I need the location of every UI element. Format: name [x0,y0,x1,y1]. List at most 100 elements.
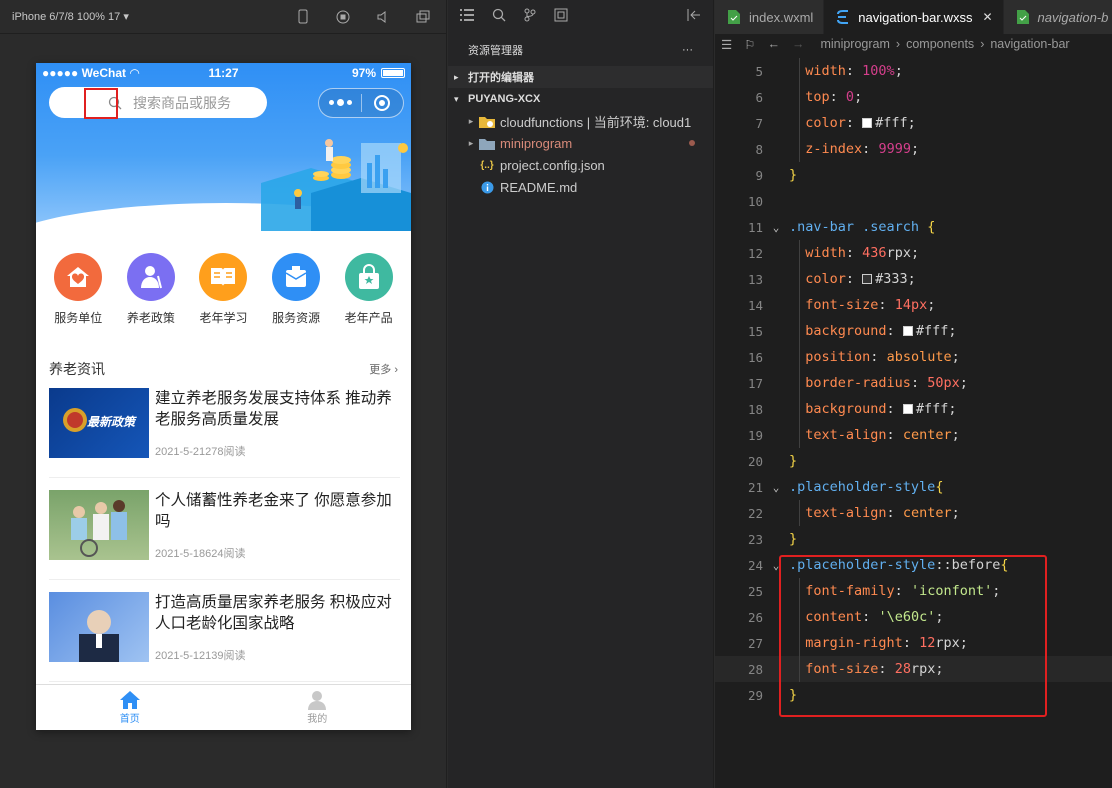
editor-panel: index.wxml navigation-bar.wxss ✕ navigat… [715,0,1112,788]
thumb-caption: 最新政策 [87,415,136,429]
code-line[interactable]: 14 font-size: 14px; [715,292,1112,318]
code-line[interactable]: 18 background: #fff; [715,396,1112,422]
window-icon[interactable] [414,8,432,26]
grid-item-policy[interactable]: 养老政策 [115,253,187,326]
news-title: 打造高质量居家养老服务 积极应对人口老龄化国家战略 [155,594,392,632]
grid-item-products[interactable]: 老年产品 [333,253,405,326]
news-title: 个人储蓄性养老金来了 你愿意参加吗 [155,492,392,530]
code-line[interactable]: 6 top: 0; [715,84,1112,110]
close-miniprogram-icon[interactable] [362,95,403,111]
code-line[interactable]: 10 [715,188,1112,214]
service-grid: 服务单位 养老政策 老年学习 服务资源 老年产品 [36,253,411,326]
book-icon [199,253,248,301]
tab-label: navigation-b [1037,9,1109,25]
code-text: width: 436rpx; [805,245,920,261]
code-line[interactable]: 8 z-index: 9999; [715,136,1112,162]
tree-item-project-config[interactable]: {..} project.config.json [448,154,713,176]
breadcrumb: ☰ ⚐ ← → miniprogram › components › navig… [715,34,1112,54]
breadcrumb-item[interactable]: miniprogram [820,37,889,51]
tab-index-wxml[interactable]: index.wxml [715,0,825,34]
news-item[interactable]: 个人储蓄性养老金来了 你愿意参加吗 2021-5-18624阅读 [49,490,400,580]
news-title: 建立养老服务发展支持体系 推动养老服务高质量发展 [155,390,392,428]
grid-item-learning[interactable]: 老年学习 [187,253,259,326]
code-text: .placeholder-style{ [789,479,944,495]
code-text: z-index: 9999; [805,141,920,157]
code-line[interactable]: 15 background: #fff; [715,318,1112,344]
news-meta: 2021-5-18624阅读 [155,548,246,560]
source-control-icon[interactable] [524,8,536,27]
editor-tabs: index.wxml navigation-bar.wxss ✕ navigat… [715,0,1112,34]
code-line[interactable]: 5 width: 100%; [715,58,1112,84]
line-number: 13 [747,271,763,287]
line-number: 12 [747,245,763,261]
phone-icon[interactable] [294,8,312,26]
tree-item-readme[interactable]: README.md [448,176,713,198]
grid-label: 老年学习 [199,311,248,325]
volume-icon[interactable] [374,8,392,26]
line-number: 14 [747,297,763,313]
line-number: 10 [747,193,763,209]
tab-bar: 首页 我的 [36,684,411,730]
code-text: font-size: 14px; [805,297,936,313]
extensions-icon[interactable] [554,8,568,27]
code-line[interactable]: 17 border-radius: 50px; [715,370,1112,396]
device-select[interactable]: iPhone 6/7/8 100% 17 ▾ [12,10,294,23]
code-line[interactable]: 19 text-align: center; [715,422,1112,448]
tab-mine[interactable]: 我的 [224,685,412,730]
bookmark-icon[interactable]: ⚐ [744,37,755,52]
code-line[interactable]: 9} [715,162,1112,188]
outline-icon[interactable]: ☰ [721,37,732,52]
tab-home[interactable]: 首页 [36,685,224,730]
news-more-link[interactable]: 更多 › [369,361,398,377]
back-arrow-icon[interactable]: ← [767,37,780,52]
breadcrumb-item[interactable]: navigation-bar [990,37,1069,51]
code-line[interactable]: 13 color: #333; [715,266,1112,292]
tab-navigation-bar-wxss[interactable]: navigation-bar.wxss ✕ [824,0,1004,34]
news-item[interactable]: 最新政策 建立养老服务发展支持体系 推动养老服务高质量发展 2021-5-212… [49,388,400,478]
tab-label: 我的 [307,714,328,725]
code-line[interactable]: 7 color: #fff; [715,110,1112,136]
tree-item-miniprogram[interactable]: ▸ miniprogram [448,132,713,154]
tree-item-cloudfunctions[interactable]: ▸ cloudfunctions | 当前环境: cloud1 [448,110,713,132]
code-text: color: #333; [805,271,916,287]
close-icon[interactable]: ✕ [982,10,992,24]
code-line[interactable]: 22 text-align: center; [715,500,1112,526]
search-input[interactable]: 搜索商品或服务 [49,87,267,118]
code-text: } [789,531,798,547]
forward-arrow-icon[interactable]: → [792,37,805,52]
open-editors-section[interactable]: ▸ 打开的编辑器 [448,66,713,88]
more-actions-icon[interactable]: ··· [682,44,693,56]
breadcrumb-item[interactable]: components [906,37,974,51]
project-label: PUYANG-XCX [468,93,541,105]
tab-navigation-b[interactable]: navigation-b [1003,0,1112,34]
search-icon[interactable] [492,8,506,27]
line-number: 23 [747,531,763,547]
list-icon[interactable] [460,8,474,26]
modified-dot-icon [689,140,695,146]
menu-capsule[interactable] [318,88,404,118]
more-icon[interactable] [319,99,361,106]
grid-item-resources[interactable]: 服务资源 [260,253,332,326]
phone-screen: ●●●●● WeChat ◠ 11:27 97% 搜索商品或服务 服务单位 养老… [36,63,411,730]
code-line[interactable]: 21 ⌄ .placeholder-style{ [715,474,1112,500]
news-item[interactable]: 打造高质量居家养老服务 积极应对人口老龄化国家战略 2021-5-12139阅读 [49,592,400,682]
highlight-box-search-icon [84,88,118,119]
line-number: 17 [747,375,763,391]
record-icon[interactable] [334,8,352,26]
news-more-label: 更多 [369,364,392,376]
collapse-panel-icon[interactable] [687,8,701,26]
line-number: 15 [747,323,763,339]
news-section-title: 养老资讯 [49,361,105,377]
code-text: border-radius: 50px; [805,375,968,391]
project-section[interactable]: ▾ PUYANG-XCX [448,88,713,110]
grid-item-service-unit[interactable]: 服务单位 [42,253,114,326]
code-line[interactable]: 12 width: 436rpx; [715,240,1112,266]
code-line[interactable]: 11 ⌄ .nav-bar .search { [715,214,1112,240]
code-line[interactable]: 16 position: absolute; [715,344,1112,370]
code-line[interactable]: 23} [715,526,1112,552]
battery-icon [381,68,405,78]
code-line[interactable]: 20} [715,448,1112,474]
fold-chevron-icon[interactable]: ⌄ [763,221,789,234]
fold-chevron-icon[interactable]: ⌄ [763,481,789,494]
line-number: 21 [747,479,763,495]
